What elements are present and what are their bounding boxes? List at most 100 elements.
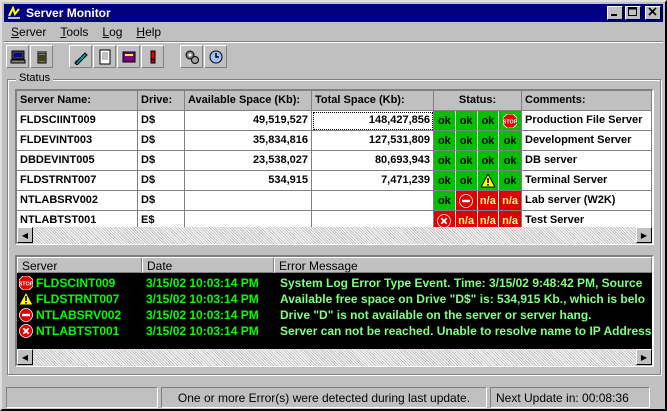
total-space-cell[interactable]: 127,531,809 (312, 131, 434, 151)
comment-cell[interactable]: Terminal Server (522, 171, 652, 191)
scroll-right-icon[interactable]: ▶ (636, 349, 652, 365)
status-ok-badge: ok (434, 151, 456, 170)
status-bar: One or more Error(s) were detected durin… (6, 387, 650, 409)
scroll-right-icon[interactable]: ▶ (636, 227, 652, 243)
server-status-grid[interactable]: Server Name: Drive: Available Space (Kb): T… (15, 89, 654, 245)
svg-text:STOP: STOP (19, 282, 33, 288)
drive-cell[interactable]: D$ (138, 151, 185, 171)
comment-cell[interactable]: Lab server (W2K) (522, 191, 652, 211)
drive-cell[interactable]: D$ (138, 171, 185, 191)
log-server-cell: NTLABSRV002 (17, 308, 142, 322)
title-bar[interactable]: Server Monitor (4, 4, 663, 22)
main-window: Server Monitor Server Tools Log Help Sta… (0, 0, 667, 411)
log-row[interactable]: NTLABSRV002 3/15/02 10:03:14 PM Drive "D" … (17, 307, 592, 323)
menu-log[interactable]: Log (95, 25, 129, 39)
stop-icon: STOP (499, 111, 521, 130)
status-group-label: Status (16, 72, 54, 84)
log-row[interactable]: STOP FLDSCINT009 3/15/02 10:03:14 PM System… (17, 275, 642, 291)
clock-icon[interactable] (204, 45, 227, 68)
column-header[interactable]: Drive: (138, 91, 185, 111)
minimize-button[interactable] (607, 6, 623, 20)
table-row[interactable]: FLDSCIINT009 D$ 49,519,527 148,427,856 ok ok o… (17, 111, 652, 131)
total-space-cell[interactable] (312, 191, 434, 211)
scroll-left-icon[interactable]: ◀ (17, 227, 33, 243)
drive-cell[interactable]: D$ (138, 131, 185, 151)
server-name-cell[interactable]: NTLABSRV002 (17, 191, 138, 211)
table-row[interactable]: NTLABSRV002 D$ ok n/a n/a Lab server (W2K) (17, 191, 652, 211)
trash-icon[interactable] (30, 45, 53, 68)
column-header[interactable]: Error Message (274, 257, 652, 273)
log-message-cell: Server can not be reached. Unable to res… (280, 324, 652, 338)
log-message-cell: Drive "D" is not available on the server… (280, 308, 592, 322)
status-ok-badge: ok (455, 131, 478, 150)
comment-cell[interactable]: Development Server (522, 131, 652, 151)
log-server-name: FLDSTRNT007 (36, 292, 120, 306)
scroll-track[interactable] (33, 349, 636, 366)
column-header[interactable]: Server Name: (17, 91, 138, 111)
total-space-cell[interactable]: 148,427,856 (312, 111, 434, 131)
column-header[interactable]: Available Space (Kb): (185, 91, 312, 111)
total-space-cell[interactable]: 80,693,943 (312, 151, 434, 171)
status-ok-badge: ok (434, 171, 456, 190)
warning-icon (19, 292, 33, 306)
available-space-cell[interactable]: 49,519,527 (185, 111, 312, 131)
status-cell[interactable]: ok ok ok STOP (434, 111, 522, 131)
close-button[interactable] (645, 6, 661, 20)
computer-icon[interactable] (6, 45, 29, 68)
scroll-left-icon[interactable]: ◀ (17, 349, 33, 365)
status-cell[interactable]: ok n/a n/a (434, 191, 522, 211)
log-date-cell: 3/15/02 10:03:14 PM (146, 308, 259, 322)
log-server-name: FLDSCINT009 (36, 276, 116, 290)
server-name-cell[interactable]: DBDEVINT005 (17, 151, 138, 171)
book-icon[interactable] (117, 45, 140, 68)
log-date-cell: 3/15/02 10:03:14 PM (146, 292, 259, 306)
grid-horizontal-scrollbar[interactable]: ◀ ▶ (17, 227, 652, 244)
available-space-cell[interactable]: 534,915 (185, 171, 312, 191)
log-message-cell: System Log Error Type Event. Time: 3/15/… (280, 276, 643, 290)
table-row[interactable]: FLDEVINT003 D$ 35,834,816 127,531,809 ok ok ok… (17, 131, 652, 151)
status-cell[interactable]: ok ok ok ok (434, 131, 522, 151)
server-name-cell[interactable]: FLDSTRNT007 (17, 171, 138, 191)
table-row[interactable]: DBDEVINT005 D$ 23,538,027 80,693,943 ok ok ok o… (17, 151, 652, 171)
menu-bar: Server Tools Log Help (4, 23, 168, 41)
log-horizontal-scrollbar[interactable]: ◀ ▶ (17, 349, 652, 366)
drive-cell[interactable]: D$ (138, 111, 185, 131)
pencil-icon[interactable] (69, 45, 92, 68)
menu-separator (4, 41, 663, 43)
available-space-cell[interactable] (185, 191, 312, 211)
scroll-track[interactable] (33, 227, 636, 244)
status-ok-badge: ok (477, 131, 500, 150)
available-space-cell[interactable]: 23,538,027 (185, 151, 312, 171)
column-header[interactable]: Comments: (522, 91, 652, 111)
maximize-button[interactable] (625, 6, 641, 20)
menu-tools[interactable]: Tools (53, 25, 95, 39)
no-entry-icon (455, 191, 478, 210)
status-cell[interactable]: ok ok ok ok (434, 151, 522, 171)
available-space-cell[interactable]: 35,834,816 (185, 131, 312, 151)
notepad-icon[interactable] (93, 45, 116, 68)
column-header[interactable]: Server (17, 257, 142, 273)
drive-cell[interactable]: D$ (138, 191, 185, 211)
error-icon (19, 324, 33, 338)
no-entry-icon (19, 308, 33, 322)
log-server-name: NTLABTST001 (36, 324, 120, 338)
total-space-cell[interactable]: 7,471,239 (312, 171, 434, 191)
log-row[interactable]: FLDSTRNT007 3/15/02 10:03:14 PM Available … (17, 291, 645, 307)
log-header-row: Server Date Error Message (17, 257, 652, 273)
server-name-cell[interactable]: FLDEVINT003 (17, 131, 138, 151)
column-header[interactable]: Status: (434, 91, 522, 111)
comment-cell[interactable]: DB server (522, 151, 652, 171)
column-header[interactable]: Date (142, 257, 274, 273)
gears-icon[interactable] (180, 45, 203, 68)
comment-cell[interactable]: Production File Server (522, 111, 652, 131)
table-row[interactable]: FLDSTRNT007 D$ 534,915 7,471,239 ok ok ok Termi… (17, 171, 652, 191)
menu-help[interactable]: Help (129, 25, 168, 39)
menu-server[interactable]: Server (4, 25, 53, 39)
log-row[interactable]: NTLABTST001 3/15/02 10:03:14 PM Server can… (17, 323, 651, 339)
server-name-cell[interactable]: FLDSCIINT009 (17, 111, 138, 131)
log-date-cell: 3/15/02 10:03:14 PM (146, 276, 259, 290)
app-icon[interactable] (6, 5, 22, 21)
status-cell[interactable]: ok ok ok (434, 171, 522, 191)
exclamation-icon[interactable] (141, 45, 164, 68)
column-header[interactable]: Total Space (Kb): (312, 91, 434, 111)
